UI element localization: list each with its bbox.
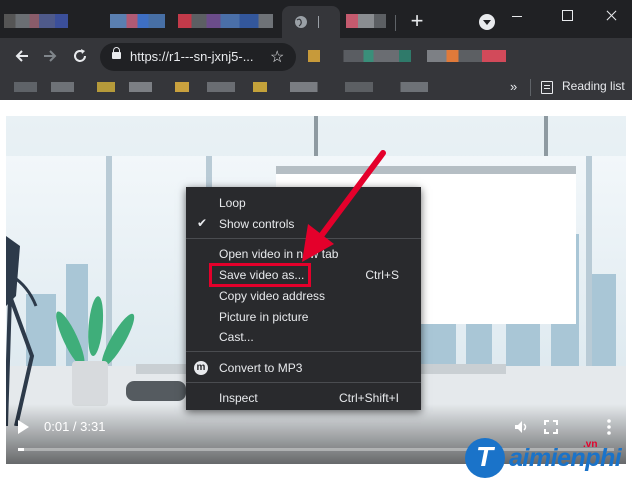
browser-toolbar: https://r1---sn-jxnj5-... ☆ — [0, 38, 632, 74]
new-tab-button[interactable]: + — [404, 8, 430, 34]
forward-arrow-icon[interactable] — [40, 46, 60, 66]
menu-separator — [186, 382, 421, 383]
play-icon[interactable] — [18, 420, 29, 434]
video-ceiling-rod — [544, 116, 548, 156]
menu-separator — [186, 351, 421, 352]
reload-icon[interactable] — [70, 46, 90, 66]
tab-strip: + — [0, 0, 632, 38]
checkmark-icon: ✔ — [197, 216, 208, 230]
menu-item-picture-in-picture[interactable]: Picture in picture — [186, 307, 421, 327]
close-window-button[interactable] — [598, 6, 624, 26]
more-options-icon[interactable] — [607, 418, 611, 436]
menu-item-show-controls[interactable]: ✔ Show controls — [186, 214, 421, 234]
watermark-logo-letter: T — [476, 441, 494, 472]
menu-item-label: Convert to MP3 — [219, 361, 303, 375]
bookmarks-more-button[interactable]: » — [510, 79, 517, 94]
back-arrow-icon[interactable] — [12, 46, 32, 66]
menu-separator — [186, 238, 421, 239]
video-ceiling-rod — [314, 116, 318, 156]
menu-item-label: Inspect — [219, 391, 258, 405]
menu-item-label: Copy video address — [219, 289, 326, 303]
tab-search-icon[interactable] — [479, 14, 495, 30]
blurred-extensions[interactable] — [308, 50, 506, 62]
video-window-frame — [586, 156, 592, 366]
blurred-tab[interactable] — [110, 14, 165, 28]
menu-item-loop[interactable]: Loop — [186, 193, 421, 213]
volume-icon[interactable] — [514, 420, 530, 434]
bookmarks-bar: » Reading list — [0, 74, 632, 100]
bookmark-star-icon[interactable]: ☆ — [270, 47, 284, 67]
menu-item-open-new-tab[interactable]: Open video in new tab — [186, 244, 421, 264]
address-url[interactable]: https://r1---sn-jxnj5-... — [130, 49, 254, 64]
watermark-suffix: .vn — [583, 439, 598, 450]
blurred-tab[interactable] — [4, 14, 68, 28]
minimize-button[interactable] — [504, 6, 530, 26]
watermark-logo: T aimienphi .vn — [465, 438, 630, 484]
blurred-tab[interactable] — [178, 14, 273, 28]
menu-item-label: Open video in new tab — [219, 247, 339, 261]
menu-item-label: Picture in picture — [219, 310, 309, 324]
blurred-bookmarks[interactable] — [14, 82, 474, 92]
menu-item-shortcut: Ctrl+Shift+I — [338, 391, 399, 405]
menu-item-label: Cast... — [219, 330, 254, 344]
address-bar[interactable]: https://r1---sn-jxnj5-... ☆ — [100, 43, 296, 71]
tab-divider — [395, 15, 396, 31]
menu-item-label: Loop — [219, 196, 246, 210]
video-window-frame — [106, 156, 112, 366]
video-character — [6, 236, 38, 426]
watermark-brand: aimienphi — [509, 444, 622, 472]
menu-item-inspect[interactable]: Inspect Ctrl+Shift+I — [186, 388, 421, 408]
menu-item-copy-video-address[interactable]: Copy video address — [186, 286, 421, 306]
blurred-tab[interactable] — [346, 14, 386, 28]
fullscreen-icon[interactable] — [544, 420, 558, 434]
video-time-display: 0:01 / 3:31 — [44, 419, 106, 434]
menu-item-label: Show controls — [219, 217, 295, 231]
tab-close-placeholder — [318, 16, 319, 28]
save-video-highlight-box — [209, 263, 311, 287]
video-context-menu: Loop ✔ Show controls Open video in new t… — [186, 187, 421, 410]
video-progress-fill — [18, 448, 24, 451]
globe-icon — [295, 16, 307, 28]
mp3-converter-icon: m — [194, 361, 208, 375]
menu-item-cast[interactable]: Cast... — [186, 327, 421, 347]
watermark-logo-mark: T — [465, 438, 505, 478]
menu-item-shortcut: Ctrl+S — [365, 268, 399, 282]
reading-list-icon[interactable] — [541, 81, 553, 94]
video-plant-pot — [72, 361, 108, 406]
menu-item-convert-to-mp3[interactable]: m Convert to MP3 — [186, 358, 421, 378]
video-chair — [126, 381, 186, 401]
reading-list-button[interactable]: Reading list — [562, 79, 625, 93]
bookmarks-separator — [530, 79, 531, 96]
maximize-button[interactable] — [554, 6, 580, 26]
lock-icon[interactable] — [112, 47, 121, 59]
active-tab[interactable] — [282, 6, 340, 38]
